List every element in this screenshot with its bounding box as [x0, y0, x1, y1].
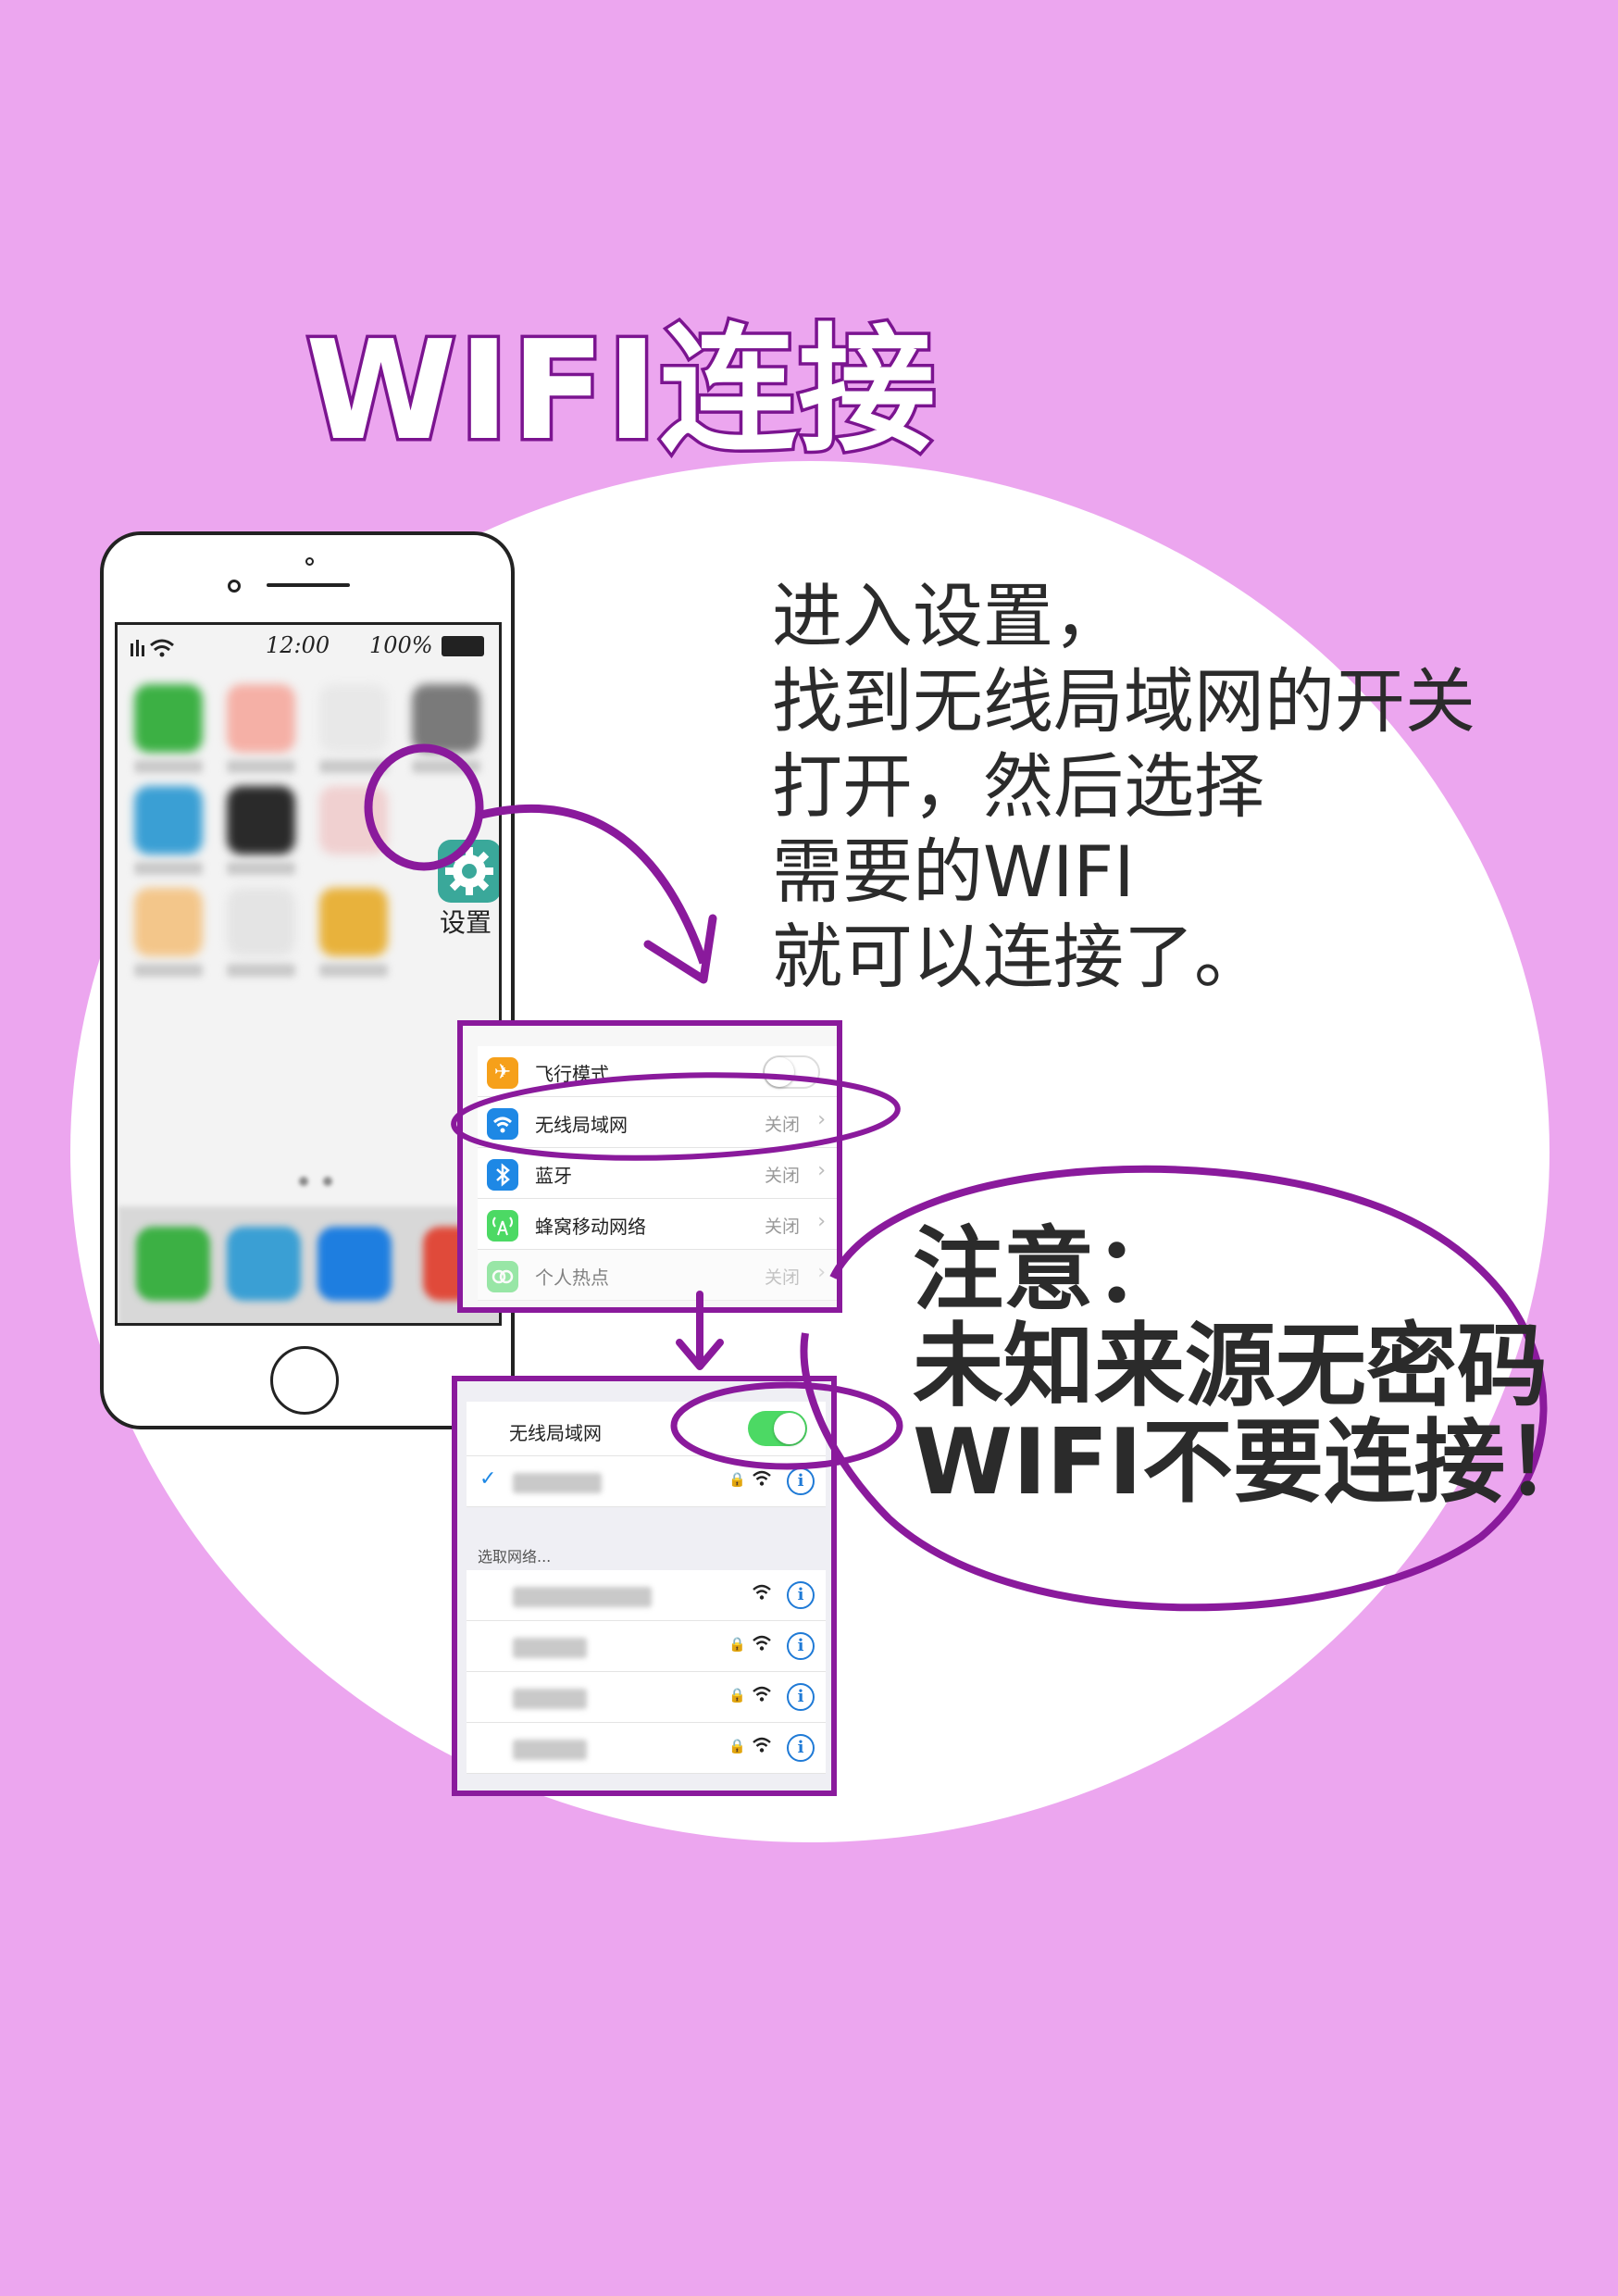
curved-arrow [479, 804, 708, 965]
highlight-circle [364, 743, 484, 871]
highlight-ellipse [451, 1072, 901, 1161]
annotation-overlay [364, 743, 1548, 1612]
warning-line: 未知来源无密码 [913, 1314, 1549, 1419]
arrow-head [643, 914, 717, 984]
warning-text: 注意： 未知来源无密码 WIFI不要连接！ [913, 1222, 1596, 1511]
warning-line: 注意： [913, 1217, 1186, 1323]
highlight-ellipse [670, 1381, 903, 1470]
warning-line: WIFI不要连接！ [913, 1410, 1596, 1516]
